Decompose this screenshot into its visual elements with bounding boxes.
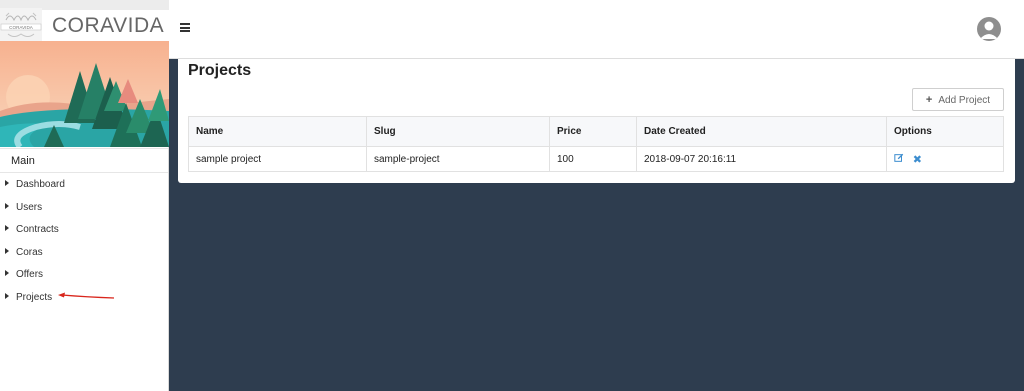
sidebar-nav: Dashboard Users Contracts Coras Offers P… — [0, 173, 168, 308]
sidebar-item-label: Coras — [16, 246, 43, 258]
sidebar-item-users[interactable]: Users — [0, 196, 168, 219]
sidebar-item-contracts[interactable]: Contracts — [0, 218, 168, 241]
annotation-arrow-icon — [58, 292, 115, 299]
cell-date-created: 2018-09-07 20:16:11 — [636, 146, 887, 172]
caret-right-icon — [5, 202, 9, 209]
sidebar-item-offers[interactable]: Offers — [0, 263, 168, 286]
brand-header: CORAVIDA CORAVIDA — [0, 0, 169, 41]
sidebar-item-label: Projects — [16, 291, 53, 303]
cell-price: 100 — [549, 146, 637, 172]
top-navbar — [169, 0, 1024, 59]
table-header-row: Name Slug Price Date Created Options — [188, 116, 1004, 147]
column-header-price: Price — [549, 116, 637, 147]
caret-right-icon — [5, 292, 9, 299]
caret-right-icon — [5, 225, 9, 231]
sidebar-item-label: Offers — [16, 269, 44, 280]
coravida-logo: CORAVIDA — [0, 8, 42, 41]
table-row: sample project sample-project 100 2018-0… — [188, 146, 1004, 172]
sidebar-item-label: Dashboard — [16, 179, 65, 190]
column-header-slug: Slug — [366, 116, 550, 147]
caret-right-icon — [5, 270, 9, 276]
edit-icon[interactable] — [894, 153, 904, 166]
sidebar-banner-illustration — [0, 41, 169, 147]
user-avatar-icon[interactable] — [977, 17, 1001, 41]
sidebar-item-label: Contracts — [16, 224, 59, 235]
cell-slug: sample-project — [366, 146, 550, 172]
plus-icon: + — [925, 93, 933, 106]
projects-table: Name Slug Price Date Created Options sam… — [188, 116, 1004, 172]
add-project-button[interactable]: + Add Project — [912, 88, 1004, 111]
sidebar-item-coras[interactable]: Coras — [0, 241, 168, 264]
svg-text:CORAVIDA: CORAVIDA — [9, 25, 34, 30]
cell-options: ✖ — [886, 146, 1004, 172]
sidebar: CORAVIDA CORAVIDA Main Dashboard Users C… — [0, 0, 169, 391]
hamburger-menu-icon[interactable] — [180, 23, 190, 32]
caret-right-icon — [5, 180, 9, 186]
page-title: Projects — [188, 62, 252, 79]
cell-name: sample project — [188, 146, 367, 172]
sidebar-section-title: Main — [0, 148, 168, 173]
projects-card: Projects + Add Project Name Slug Price Da… — [178, 59, 1015, 183]
add-project-label: Add Project — [938, 94, 991, 106]
brand-name: CORAVIDA — [52, 14, 165, 37]
column-header-name: Name — [188, 116, 367, 147]
column-header-date-created: Date Created — [636, 116, 887, 147]
column-header-options: Options — [886, 116, 1004, 147]
caret-right-icon — [5, 247, 9, 254]
sidebar-item-label: Users — [16, 201, 43, 213]
delete-icon[interactable]: ✖ — [913, 153, 922, 166]
sidebar-item-dashboard[interactable]: Dashboard — [0, 173, 168, 196]
